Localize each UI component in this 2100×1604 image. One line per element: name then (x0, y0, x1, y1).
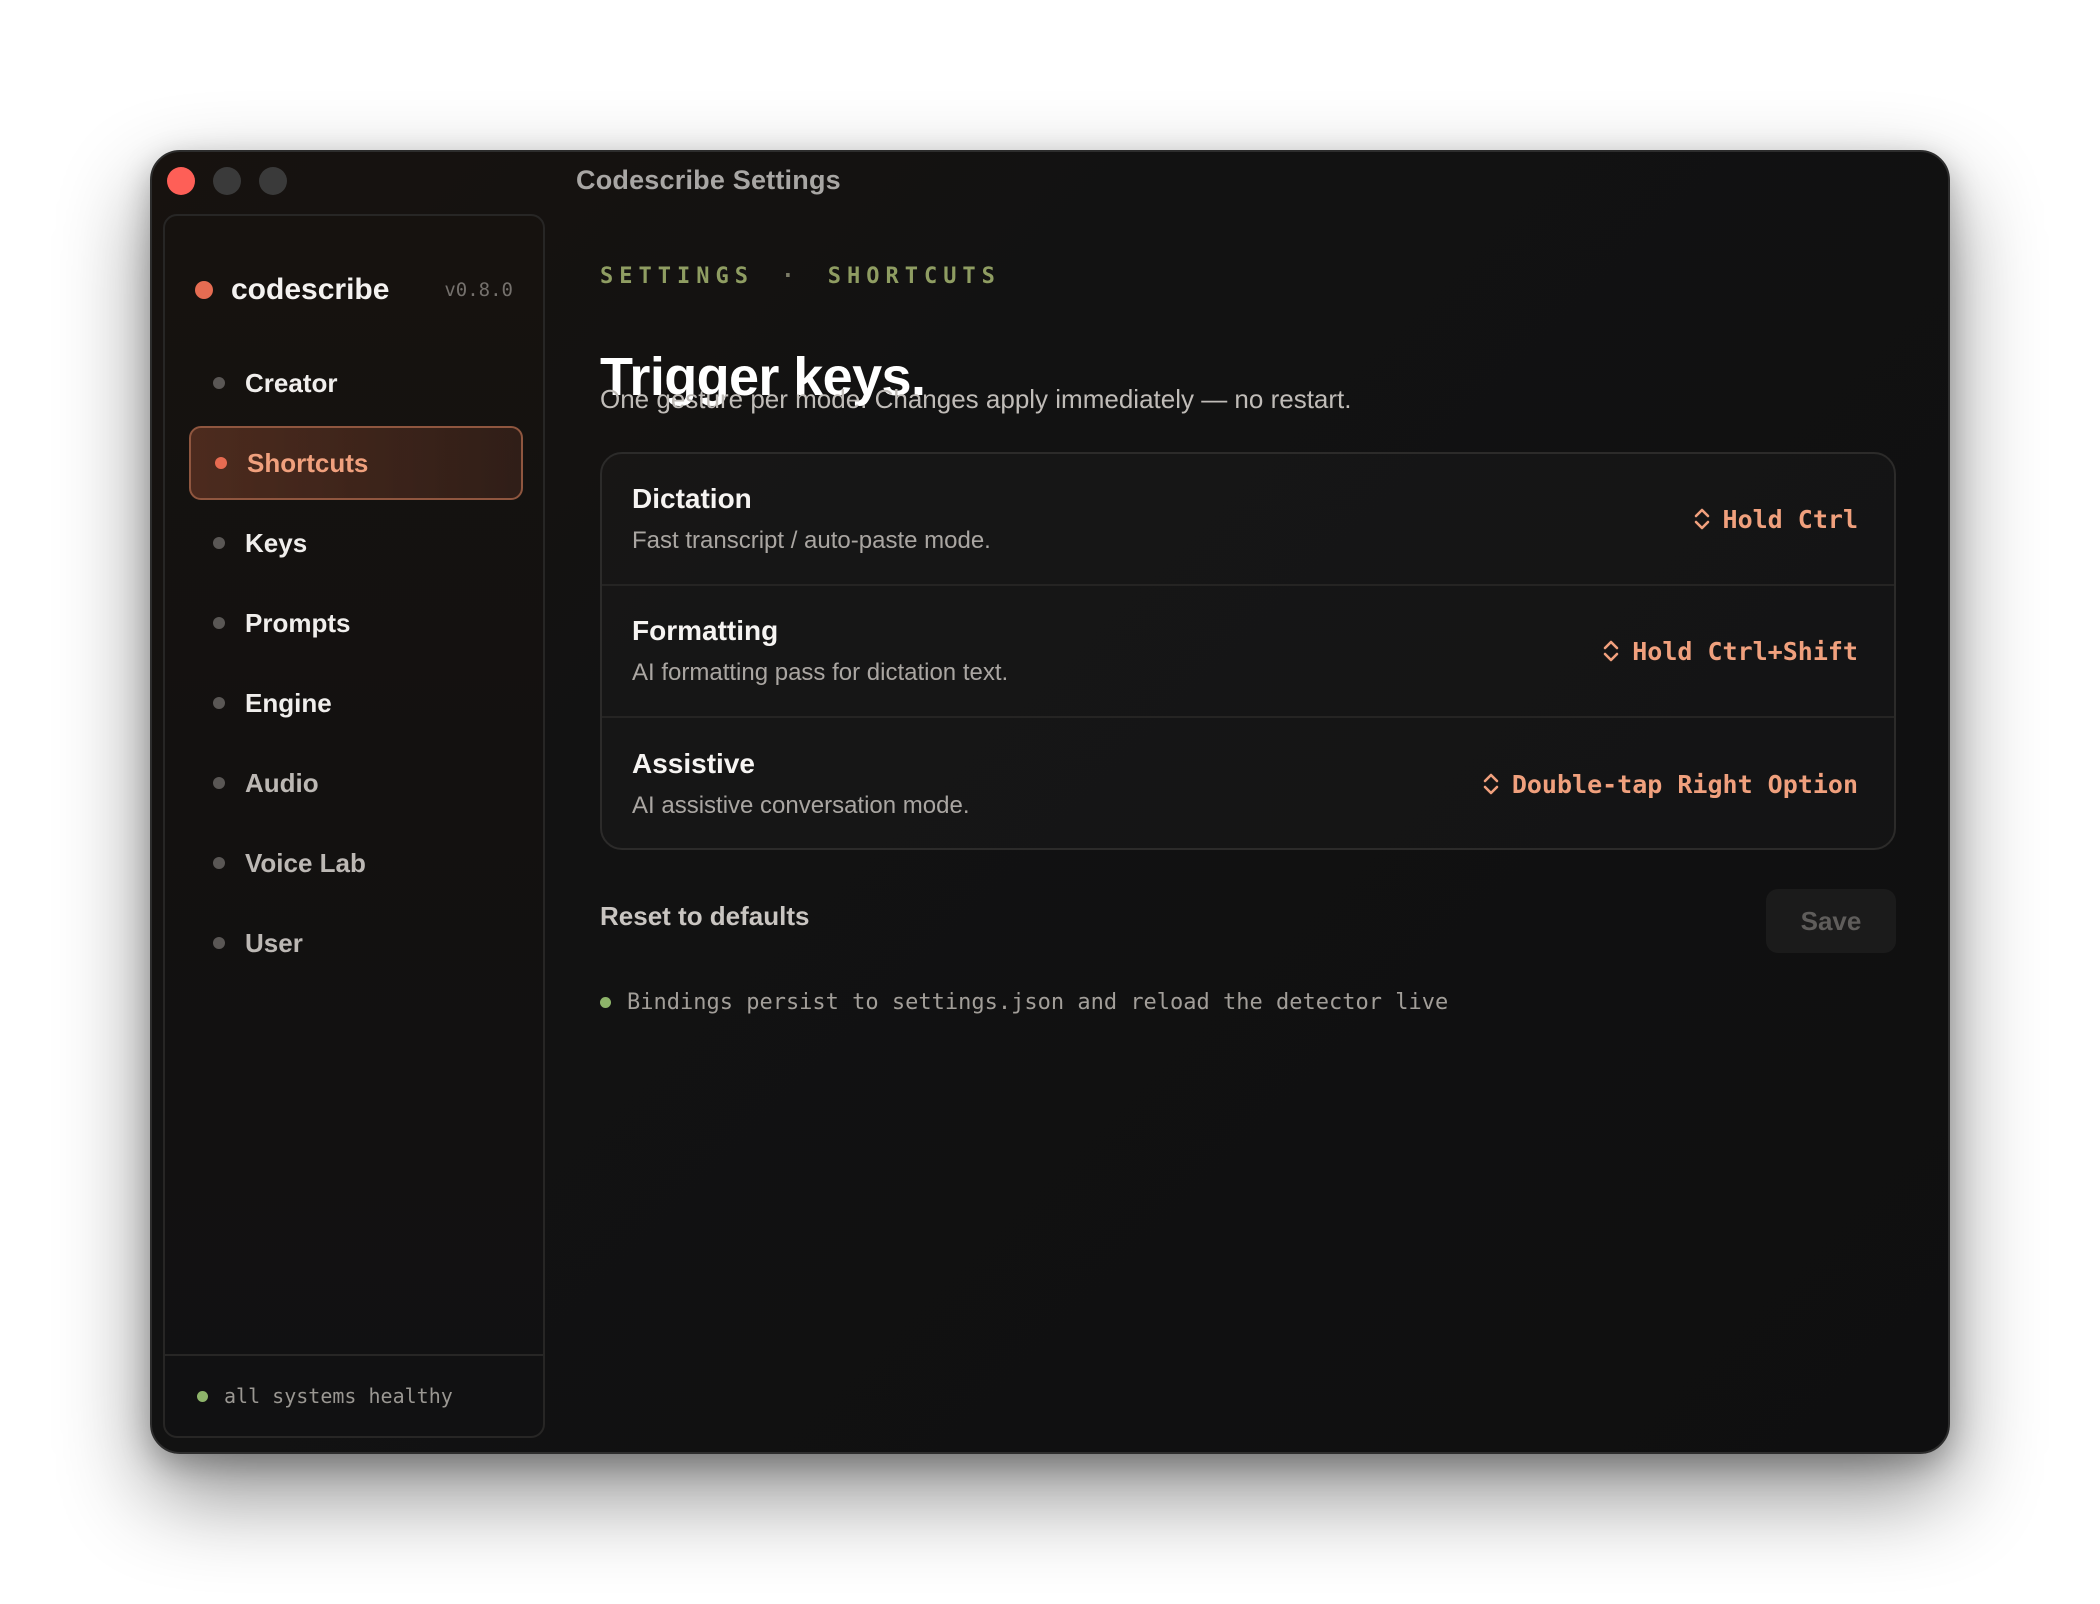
breadcrumb-section: SETTINGS (600, 264, 754, 289)
sidebar-item-label: Audio (245, 767, 319, 798)
binding-row-dictation: Dictation Fast transcript / auto-paste m… (602, 454, 1894, 586)
binding-details: Assistive AI assistive conversation mode… (632, 748, 970, 820)
sidebar-item-creator[interactable]: Creator (189, 346, 523, 420)
binding-name: Dictation (632, 483, 752, 514)
sidebar-item-keys[interactable]: Keys (189, 506, 523, 580)
sidebar-item-voice-lab[interactable]: Voice Lab (189, 826, 523, 900)
brand-status-dot-icon (195, 281, 213, 299)
binding-name: Formatting (632, 615, 779, 646)
chevron-up-down-icon (1603, 640, 1619, 662)
nav-bullet-icon (213, 377, 225, 389)
breadcrumb: SETTINGS · SHORTCUTS (600, 264, 1001, 289)
chevron-up-down-icon (1483, 773, 1499, 795)
sidebar-item-shortcuts[interactable]: Shortcuts (189, 426, 523, 500)
nav-bullet-icon (213, 697, 225, 709)
close-window-button[interactable] (167, 167, 195, 195)
window-controls (167, 167, 287, 195)
active-nav-bullet-icon (215, 457, 227, 469)
app-version: v0.8.0 (444, 279, 513, 301)
maximize-window-button[interactable] (259, 167, 287, 195)
shortcut-value: Double-tap Right Option (1511, 769, 1858, 799)
page-subtitle: One gesture per mode. Changes apply imme… (600, 384, 1352, 414)
sidebar-item-label: Shortcuts (247, 447, 369, 478)
settings-navigation: Creator Shortcuts Keys Prompts Engine Au… (189, 346, 523, 986)
binding-description: Fast transcript / auto-paste mode. (632, 527, 991, 554)
binding-details: Dictation Fast transcript / auto-paste m… (632, 483, 991, 555)
sidebar-item-label: Creator (245, 367, 338, 398)
nav-bullet-icon (213, 777, 225, 789)
nav-bullet-icon (213, 617, 225, 629)
breadcrumb-separator: · (781, 264, 801, 289)
sidebar-item-label: Prompts (245, 607, 351, 638)
sidebar-item-user[interactable]: User (189, 906, 523, 980)
system-health-status: all systems healthy (165, 1354, 543, 1436)
chevron-up-down-icon (1694, 508, 1709, 530)
brand: codescribe v0.8.0 (195, 270, 513, 310)
persistence-status-dot-icon (600, 997, 611, 1008)
nav-bullet-icon (213, 537, 225, 549)
system-health-text: all systems healthy (224, 1384, 453, 1408)
nav-bullet-icon (213, 937, 225, 949)
persistence-note-text: Bindings persist to settings.json and re… (627, 990, 1449, 1015)
binding-row-formatting: Formatting AI formatting pass for dictat… (602, 586, 1894, 718)
assistive-shortcut-select[interactable]: Double-tap Right Option (1480, 770, 1858, 799)
healthy-status-dot-icon (197, 1390, 208, 1402)
binding-row-assistive: Assistive AI assistive conversation mode… (602, 718, 1894, 848)
shortcuts-settings-panel: SETTINGS · SHORTCUTS Trigger keys. One g… (600, 152, 1896, 1452)
dictation-shortcut-select[interactable]: Hold Ctrl (1691, 505, 1858, 534)
binding-description: AI formatting pass for dictation text. (632, 659, 1009, 686)
sidebar-item-prompts[interactable]: Prompts (189, 586, 523, 660)
settings-actions: Reset to defaults Save (600, 889, 1896, 953)
breadcrumb-page: SHORTCUTS (827, 264, 1001, 289)
shortcut-bindings-card: Dictation Fast transcript / auto-paste m… (600, 452, 1896, 850)
binding-details: Formatting AI formatting pass for dictat… (632, 615, 1008, 687)
sidebar-item-label: Voice Lab (245, 847, 366, 878)
sidebar-item-label: Engine (245, 687, 332, 718)
settings-sidebar: codescribe v0.8.0 Creator Shortcuts Keys… (163, 214, 545, 1438)
reset-defaults-button[interactable]: Reset to defaults (600, 901, 810, 932)
brand-name: codescribe (231, 273, 390, 306)
binding-name: Assistive (632, 748, 755, 779)
sidebar-item-engine[interactable]: Engine (189, 666, 523, 740)
sidebar-item-audio[interactable]: Audio (189, 746, 523, 820)
persistence-note: Bindings persist to settings.json and re… (600, 990, 1448, 1015)
shortcut-value: Hold Ctrl+Shift (1632, 636, 1858, 666)
binding-description: AI assistive conversation mode. (632, 792, 970, 819)
shortcut-value: Hold Ctrl (1722, 504, 1858, 534)
sidebar-item-label: Keys (245, 527, 308, 558)
nav-bullet-icon (213, 857, 225, 869)
save-button[interactable]: Save (1766, 889, 1896, 953)
formatting-shortcut-select[interactable]: Hold Ctrl+Shift (1600, 637, 1858, 666)
sidebar-item-label: User (245, 927, 303, 958)
minimize-window-button[interactable] (213, 167, 241, 195)
settings-window: Codescribe Settings codescribe v0.8.0 Cr… (150, 150, 1950, 1454)
